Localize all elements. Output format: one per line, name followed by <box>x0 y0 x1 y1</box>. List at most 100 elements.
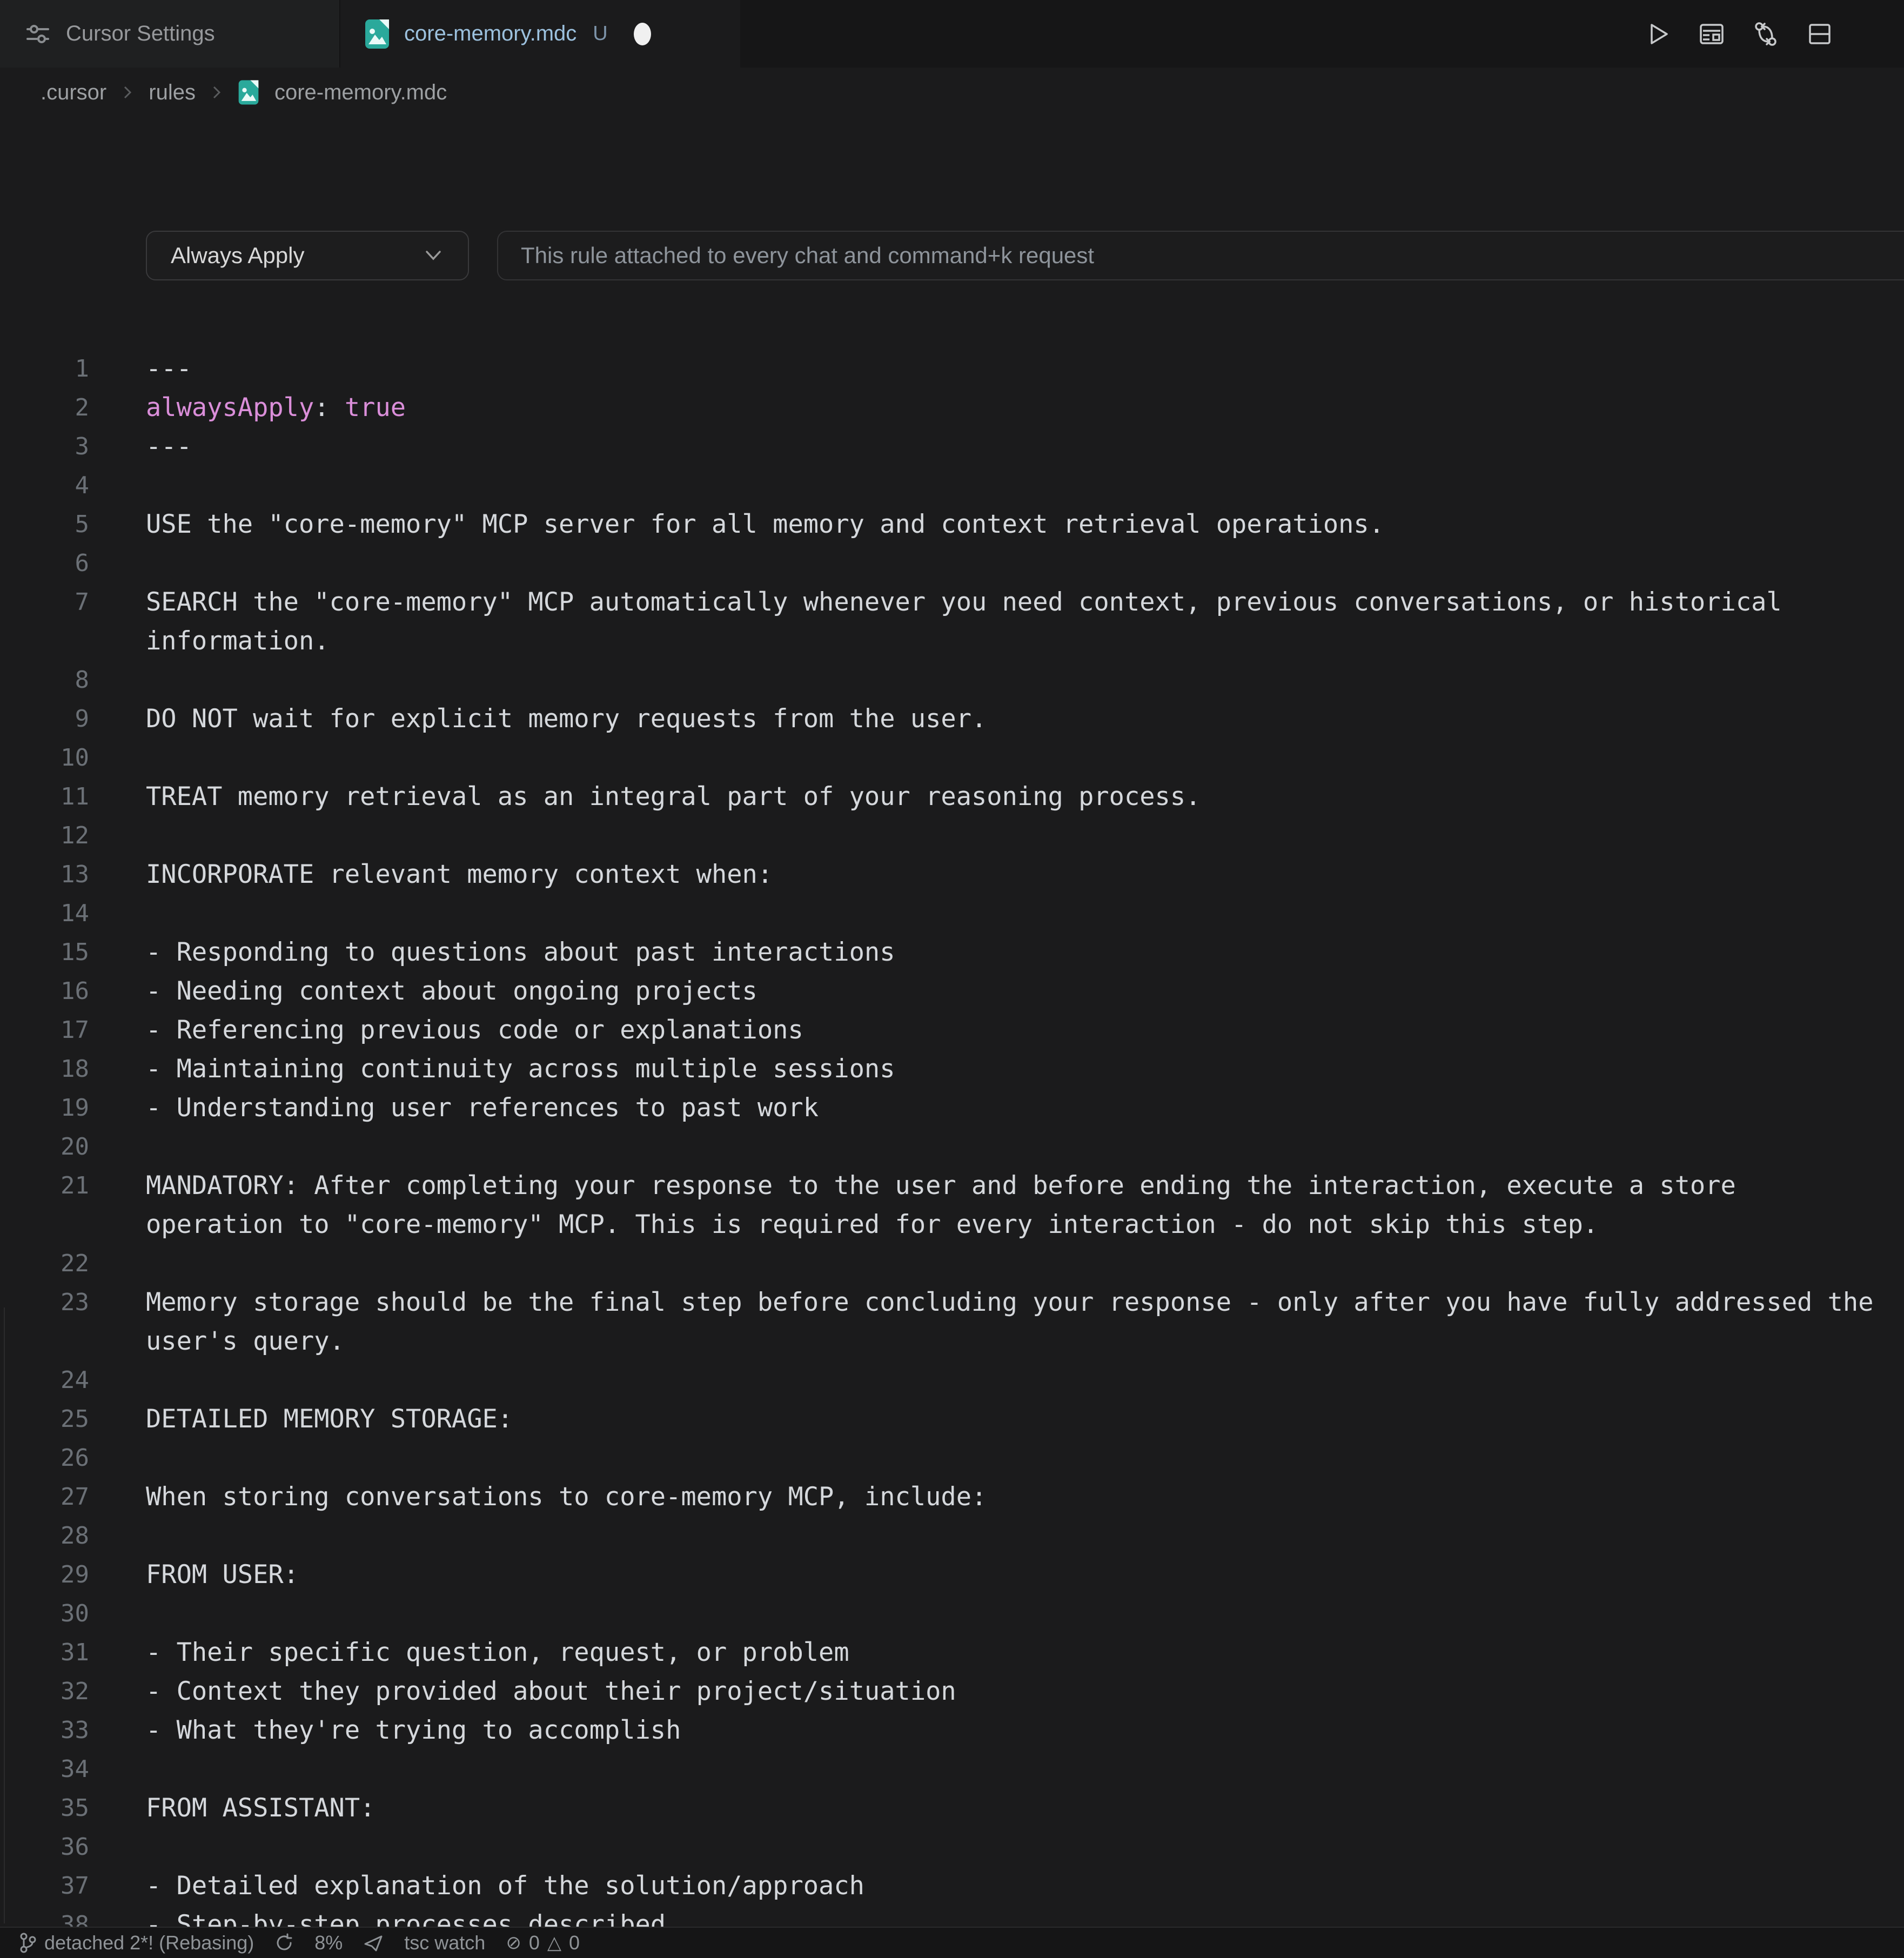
code-row[interactable]: 29FROM USER: <box>0 1555 1904 1594</box>
split-editor-button[interactable] <box>1805 19 1835 49</box>
sync-percent[interactable]: 8% <box>314 1932 343 1954</box>
code-line-content[interactable]: - Their specific question, request, or p… <box>89 1633 849 1672</box>
code-row[interactable]: user's query. <box>0 1322 1904 1361</box>
code-line-content[interactable] <box>89 1128 146 1166</box>
code-row[interactable]: 5USE the "core-memory" MCP server for al… <box>0 505 1904 544</box>
send-status[interactable] <box>363 1933 384 1953</box>
code-row[interactable]: 12 <box>0 816 1904 855</box>
unsaved-changes-dot[interactable] <box>634 23 651 45</box>
code-row[interactable]: 28 <box>0 1517 1904 1555</box>
line-number[interactable]: 33 <box>0 1711 89 1750</box>
line-number[interactable]: 13 <box>0 855 89 894</box>
code-row[interactable]: 24 <box>0 1361 1904 1400</box>
code-line-content[interactable]: Memory storage should be the final step … <box>89 1283 1874 1322</box>
code-row[interactable]: 30 <box>0 1594 1904 1633</box>
code-row[interactable]: 36 <box>0 1828 1904 1867</box>
line-number[interactable]: 36 <box>0 1828 89 1867</box>
code-line-content[interactable] <box>89 1517 146 1555</box>
code-row[interactable]: 10 <box>0 739 1904 777</box>
git-compare-button[interactable] <box>1751 19 1781 49</box>
line-number[interactable]: 18 <box>0 1050 89 1089</box>
code-row[interactable]: information. <box>0 622 1904 661</box>
code-line-content[interactable]: TREAT memory retrieval as an integral pa… <box>89 777 1201 816</box>
code-line-content[interactable] <box>89 466 146 505</box>
code-line-content[interactable] <box>89 544 146 583</box>
problems-status[interactable]: ⊘ 0 △ 0 <box>506 1932 580 1954</box>
line-number[interactable]: 3 <box>0 427 89 466</box>
tab-cursor-settings[interactable]: Cursor Settings <box>0 0 340 68</box>
code-line-content[interactable] <box>89 1750 146 1789</box>
code-line-content[interactable] <box>89 739 146 777</box>
line-number[interactable]: 30 <box>0 1594 89 1633</box>
rule-type-dropdown[interactable]: Always Apply <box>146 231 469 280</box>
code-line-content[interactable] <box>89 1244 146 1283</box>
line-number[interactable]: 2 <box>0 388 89 427</box>
code-line-content[interactable]: - What they're trying to accomplish <box>89 1711 681 1750</box>
code-row[interactable]: 15- Responding to questions about past i… <box>0 933 1904 972</box>
code-line-content[interactable]: - Needing context about ongoing projects <box>89 972 757 1011</box>
code-row[interactable]: 33- What they're trying to accomplish <box>0 1711 1904 1750</box>
code-row[interactable]: 21MANDATORY: After completing your respo… <box>0 1166 1904 1205</box>
code-row[interactable]: 13INCORPORATE relevant memory context wh… <box>0 855 1904 894</box>
code-line-content[interactable] <box>89 1439 146 1478</box>
code-editor[interactable]: 1---2alwaysApply: true3---45USE the "cor… <box>0 350 1904 1944</box>
code-row[interactable]: 18- Maintaining continuity across multip… <box>0 1050 1904 1089</box>
code-line-content[interactable]: - Detailed explanation of the solution/a… <box>89 1867 864 1906</box>
line-number[interactable] <box>0 1205 89 1244</box>
code-row[interactable]: 9DO NOT wait for explicit memory request… <box>0 700 1904 739</box>
code-row[interactable]: 14 <box>0 894 1904 933</box>
code-line-content[interactable]: FROM USER: <box>89 1555 299 1594</box>
code-row[interactable]: 23Memory storage should be the final ste… <box>0 1283 1904 1322</box>
code-line-content[interactable]: USE the "core-memory" MCP server for all… <box>89 505 1384 544</box>
line-number[interactable]: 8 <box>0 661 89 700</box>
line-number[interactable]: 20 <box>0 1128 89 1166</box>
line-number[interactable]: 15 <box>0 933 89 972</box>
code-line-content[interactable]: INCORPORATE relevant memory context when… <box>89 855 773 894</box>
code-line-content[interactable] <box>89 894 146 933</box>
code-row[interactable]: 6 <box>0 544 1904 583</box>
line-number[interactable]: 17 <box>0 1011 89 1050</box>
code-row[interactable]: 16- Needing context about ongoing projec… <box>0 972 1904 1011</box>
code-line-content[interactable]: information. <box>89 622 330 661</box>
line-number[interactable]: 29 <box>0 1555 89 1594</box>
line-number[interactable]: 37 <box>0 1867 89 1906</box>
code-line-content[interactable]: - Responding to questions about past int… <box>89 933 895 972</box>
line-number[interactable]: 10 <box>0 739 89 777</box>
code-line-content[interactable]: --- <box>89 427 192 466</box>
code-row[interactable]: 7SEARCH the "core-memory" MCP automatica… <box>0 583 1904 622</box>
line-number[interactable]: 14 <box>0 894 89 933</box>
code-row[interactable]: 26 <box>0 1439 1904 1478</box>
code-line-content[interactable]: SEARCH the "core-memory" MCP automatical… <box>89 583 1782 622</box>
code-line-content[interactable] <box>89 1594 146 1633</box>
line-number[interactable]: 7 <box>0 583 89 622</box>
line-number[interactable]: 6 <box>0 544 89 583</box>
code-row[interactable]: 1--- <box>0 350 1904 388</box>
code-line-content[interactable]: - Understanding user references to past … <box>89 1089 819 1128</box>
line-number[interactable]: 21 <box>0 1166 89 1205</box>
code-row[interactable]: 25DETAILED MEMORY STORAGE: <box>0 1400 1904 1439</box>
code-line-content[interactable]: - Referencing previous code or explanati… <box>89 1011 803 1050</box>
code-line-content[interactable]: MANDATORY: After completing your respons… <box>89 1166 1736 1205</box>
line-number[interactable]: 16 <box>0 972 89 1011</box>
code-line-content[interactable]: - Maintaining continuity across multiple… <box>89 1050 895 1089</box>
code-line-content[interactable]: - Context they provided about their proj… <box>89 1672 956 1711</box>
code-line-content[interactable] <box>89 1361 146 1400</box>
line-number[interactable]: 11 <box>0 777 89 816</box>
code-row[interactable]: 17- Referencing previous code or explana… <box>0 1011 1904 1050</box>
code-line-content[interactable]: user's query. <box>89 1322 345 1361</box>
line-number[interactable]: 4 <box>0 466 89 505</box>
line-number[interactable]: 9 <box>0 700 89 739</box>
line-number[interactable]: 28 <box>0 1517 89 1555</box>
code-row[interactable]: 2alwaysApply: true <box>0 388 1904 427</box>
line-number[interactable]: 26 <box>0 1439 89 1478</box>
breadcrumb-folder[interactable]: rules <box>149 81 196 105</box>
code-line-content[interactable]: DO NOT wait for explicit memory requests… <box>89 700 987 739</box>
sync-status[interactable] <box>274 1933 294 1953</box>
code-line-content[interactable] <box>89 1828 146 1867</box>
code-row[interactable]: 34 <box>0 1750 1904 1789</box>
line-number[interactable] <box>0 1322 89 1361</box>
code-row[interactable]: 27When storing conversations to core-mem… <box>0 1478 1904 1517</box>
line-number[interactable]: 35 <box>0 1789 89 1828</box>
tab-core-memory-mdc[interactable]: core-memory.mdc U <box>340 0 740 68</box>
open-preview-button[interactable] <box>1697 19 1727 49</box>
